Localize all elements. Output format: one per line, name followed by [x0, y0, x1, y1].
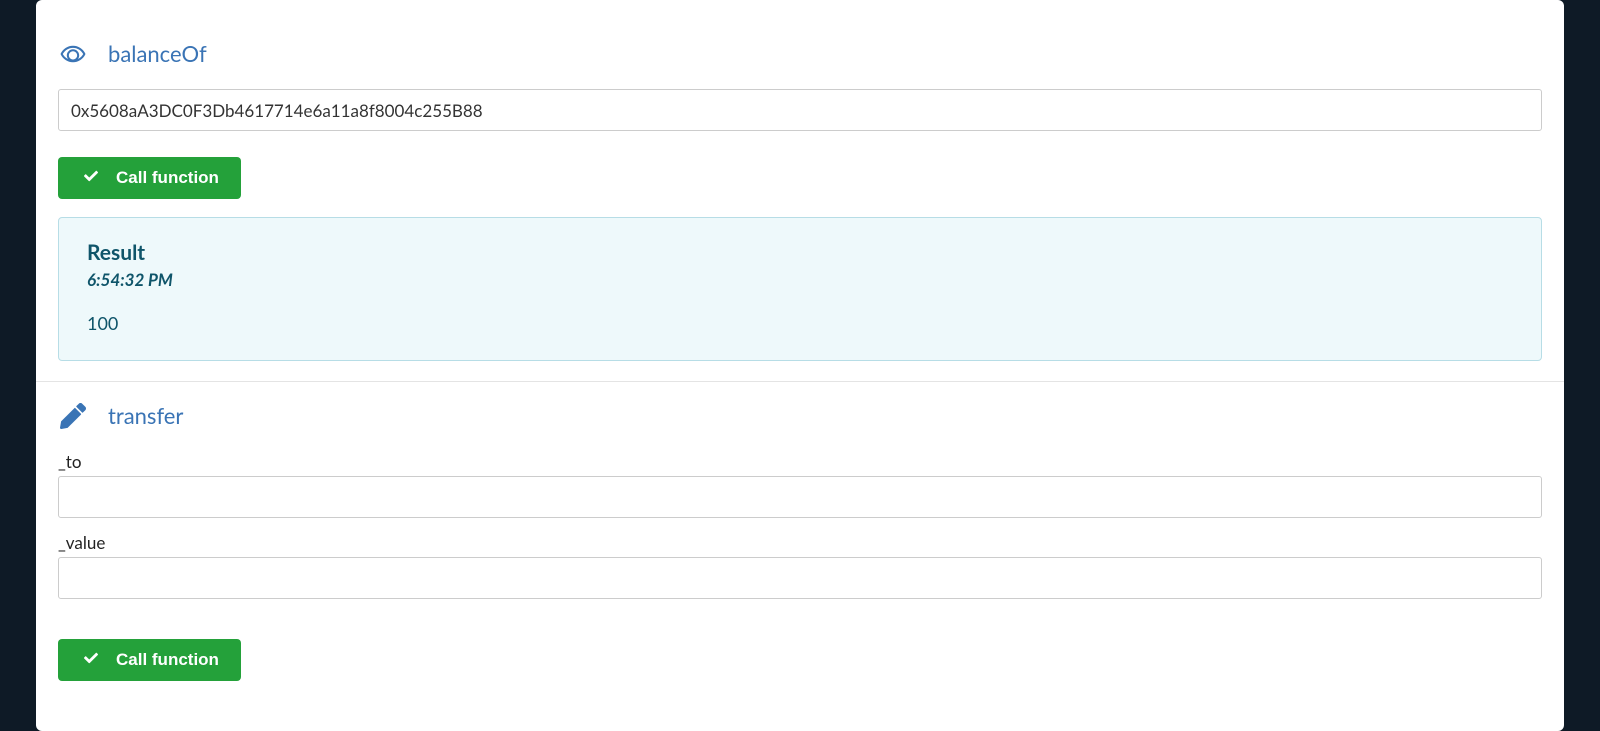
balanceof-section: balanceOf Call function Result 6:54:32 P… [36, 20, 1564, 381]
transfer-value-input[interactable] [58, 557, 1542, 599]
transfer-to-group: _to [58, 451, 1542, 518]
transfer-to-label: _to [58, 451, 1542, 472]
contract-panel: balanceOf Call function Result 6:54:32 P… [36, 0, 1564, 731]
balanceof-result-box: Result 6:54:32 PM 100 [58, 217, 1542, 361]
transfer-value-label: _value [58, 532, 1542, 553]
transfer-section: transfer _to _value Call function [36, 381, 1564, 701]
check-icon [82, 168, 100, 188]
pencil-icon [58, 403, 88, 429]
result-heading: Result [87, 240, 1513, 265]
check-icon [82, 650, 100, 670]
balanceof-header: balanceOf [58, 40, 1542, 67]
call-button-label: Call function [116, 650, 219, 670]
result-value: 100 [87, 312, 1513, 334]
transfer-header: transfer [58, 402, 1542, 429]
transfer-title: transfer [108, 402, 183, 429]
balanceof-call-button[interactable]: Call function [58, 157, 241, 199]
balanceof-address-input[interactable] [58, 89, 1542, 131]
transfer-call-button[interactable]: Call function [58, 639, 241, 681]
result-timestamp: 6:54:32 PM [87, 269, 1513, 290]
balanceof-title: balanceOf [108, 40, 207, 67]
transfer-value-group: _value [58, 532, 1542, 599]
transfer-to-input[interactable] [58, 476, 1542, 518]
eye-icon [58, 43, 88, 65]
call-button-label: Call function [116, 168, 219, 188]
